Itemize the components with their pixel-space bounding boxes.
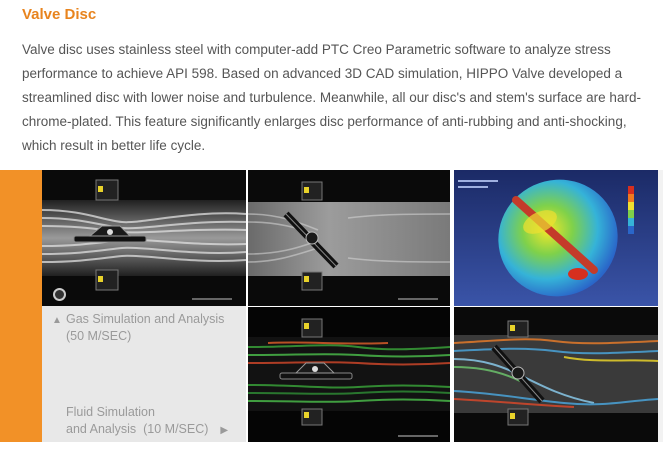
gas-simulation-link[interactable]: ▲ Gas Simulation and Analysis (50 M/SEC): [52, 311, 242, 345]
triangle-right-icon: ▶: [220, 425, 229, 436]
gas-flow-disc-open-image[interactable]: [42, 170, 246, 306]
fluid-simulation-label-line2: and Analysis (10 M/SEC): [66, 422, 209, 436]
fluid-simulation-label-line1: Fluid Simulation: [66, 405, 155, 419]
section-title: Valve Disc: [22, 6, 97, 23]
fluid-flow-disc-angled-image[interactable]: [454, 307, 658, 442]
section-description: Valve disc uses stainless steel with com…: [22, 42, 641, 153]
gauge-icon: [53, 288, 66, 301]
gallery-accent-bar: [0, 170, 42, 442]
gallery-edge-strip: [658, 170, 663, 442]
gas-flow-disc-angled-image[interactable]: [248, 170, 450, 306]
stress-analysis-disc-image[interactable]: [454, 170, 658, 306]
fluid-flow-disc-open-image[interactable]: [248, 307, 450, 442]
gas-simulation-label-line2: (50 M/SEC): [66, 329, 132, 343]
gas-simulation-label-line1: Gas Simulation and Analysis: [66, 312, 225, 326]
triangle-up-icon: ▲: [52, 315, 62, 326]
fluid-simulation-link[interactable]: Fluid Simulation and Analysis (10 M/SEC)…: [66, 404, 246, 439]
